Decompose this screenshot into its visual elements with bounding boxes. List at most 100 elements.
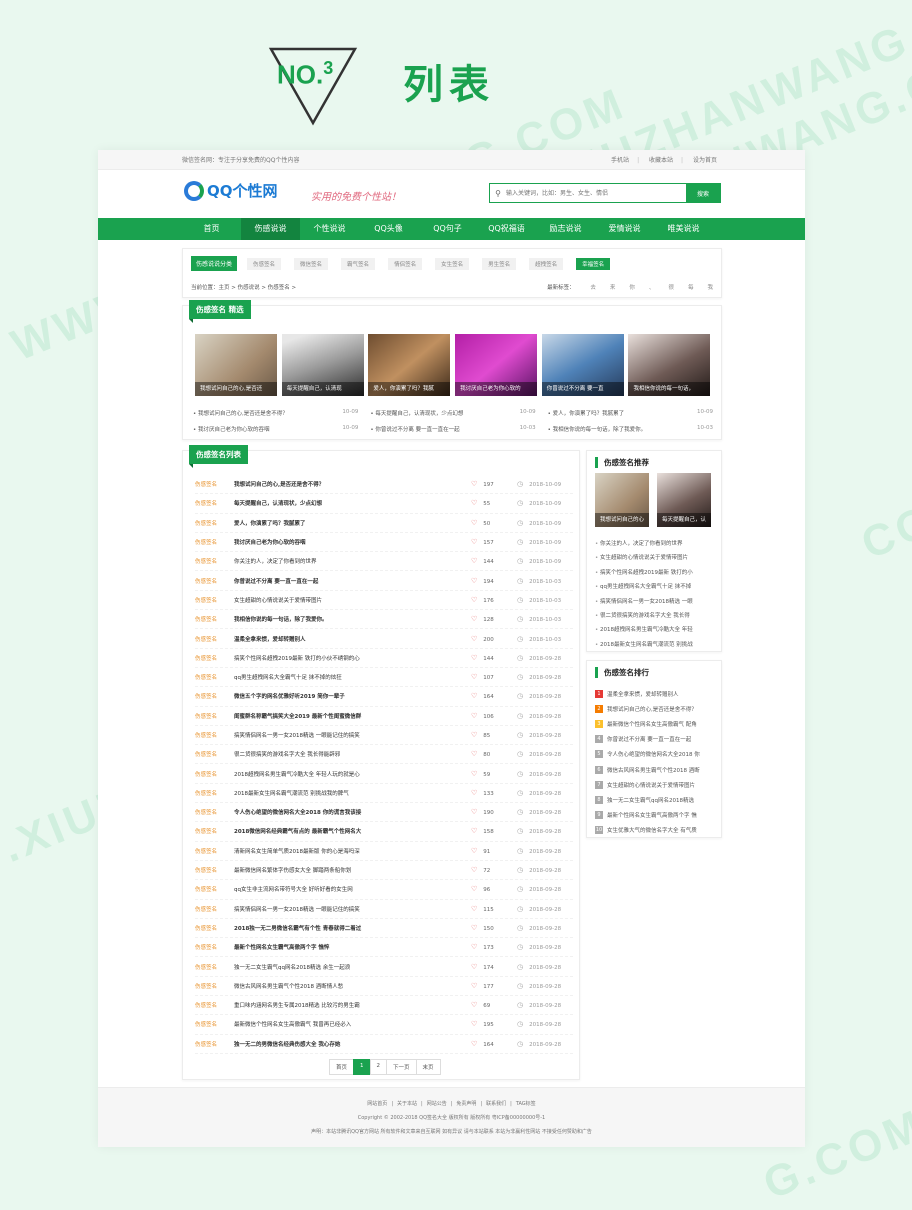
latest-tag[interactable]: 很 [668,285,674,291]
row-title[interactable]: 独一无二的男微信名经典伤感大全 我心存她 [234,1040,471,1048]
row-title[interactable]: 闺蜜群名称霸气搞笑大全2019 最新个性闺蜜微信群 [234,712,471,720]
row-category[interactable]: 伤感签名 [195,963,234,971]
row-category[interactable]: 伤感签名 [195,905,234,913]
row-category[interactable]: 伤感签名 [195,866,234,874]
category-tag[interactable]: 男生签名 [482,257,517,270]
nav-item[interactable]: 唯美说说 [654,218,713,240]
page-button[interactable]: 下一页 [386,1059,417,1075]
row-category[interactable]: 伤感签名 [195,827,234,835]
row-category[interactable]: 伤感签名 [195,1040,234,1048]
row-category[interactable]: 伤感签名 [195,519,234,527]
category-tag[interactable]: 霸气签名 [341,257,376,270]
featured-thumbnail[interactable]: 每天提醒自己，认清现 [281,334,364,396]
ranking-item[interactable]: 9 最新个性网名女生霸气高傲两个字 憔 [595,808,717,823]
recommend-item[interactable]: 搞笑个性网名超拽2019最新 铁打的小 [595,566,717,580]
featured-thumbnail[interactable]: 我想试问自己的心,是否还 [195,334,277,396]
recommend-thumbnail[interactable]: 我想试问自己的心 [595,473,649,527]
row-title[interactable]: 很二货很搞笑的游戏名字大全 我长得能辟邪 [234,750,471,758]
footer-link[interactable]: 关于本站 [397,1101,417,1107]
search-input[interactable] [506,184,686,202]
row-title[interactable]: 我想试问自己的心,是否还是舍不得？ [234,480,471,488]
row-title[interactable]: 最新微信个性网名女生高傲霸气 我曾再已经必入 [234,1020,471,1028]
row-category[interactable]: 伤感签名 [195,731,234,739]
row-title[interactable]: 微信古风网名男生霸气个性2018 酒断情人愁 [234,982,471,990]
nav-item[interactable]: 伤感说说 [241,218,300,240]
latest-tag[interactable]: 去 [590,285,596,291]
recommend-item[interactable]: qq男生超拽网名大全霸气十足 抹不掉 [595,580,717,594]
footer-link[interactable]: 免责声明 [456,1101,476,1107]
logo[interactable]: QQ个性网 [184,180,278,201]
row-title[interactable]: 搞笑个性网名超拽2019最新 铁打的小伙不绣钢的心 [234,654,471,662]
row-title[interactable]: 独一无二女生霸气qq网名2018精选 余生一起浪 [234,963,471,971]
latest-tag[interactable]: 你 [629,285,635,291]
row-category[interactable]: 伤感签名 [195,789,234,797]
row-category[interactable]: 伤感签名 [195,943,234,951]
row-category[interactable]: 伤感签名 [195,635,234,643]
ranking-item[interactable]: 4 你曾说过不分离 要一直一直在一起 [595,732,717,747]
mobile-link[interactable]: 手机站 [611,157,629,164]
latest-tag[interactable]: 来 [610,285,616,291]
ranking-item[interactable]: 6 微信古风网名男生霸气个性2018 酒断 [595,762,717,777]
row-title[interactable]: 重口味内涵网名男生专属2018精选 比较污的男生霸 [234,1001,471,1009]
row-title[interactable]: 2018独一无二男微信名霸气有个性 青春就得二着过 [234,924,471,932]
row-title[interactable]: 温柔全拿来惯，爱却转赠别人 [234,635,471,643]
ranking-item[interactable]: 1 温柔全拿来惯，爱却转赠别人 [595,686,717,701]
row-category[interactable]: 伤感签名 [195,924,234,932]
featured-item[interactable]: • 你曾说过不分离 要一直一直在一起 10-03 [370,425,535,433]
breadcrumb-text[interactable]: 当前位置：主页 > 伤感说说 > 伤感签名 > [191,283,296,291]
latest-tag[interactable]: 我 [707,285,713,291]
row-title[interactable]: 令人伤心绝望的微信网名大全2018 你的谎言我该接 [234,808,471,816]
row-category[interactable]: 伤感签名 [195,1001,234,1009]
row-category[interactable]: 伤感签名 [195,557,234,565]
page-button[interactable]: 1 [353,1059,371,1075]
row-category[interactable]: 伤感签名 [195,712,234,720]
row-title[interactable]: 最新个性网名女生霸气高傲两个字 憔悴 [234,943,471,951]
row-category[interactable]: 伤感签名 [195,750,234,758]
nav-item[interactable]: QQ头像 [359,218,418,240]
recommend-item[interactable]: 搞笑情侣网名一男一女2018精选 一眼 [595,595,717,609]
featured-thumbnail[interactable]: 我相信你说的每一句话， [628,334,711,396]
recommend-item[interactable]: 很二货很搞笑的游戏名字大全 我长得 [595,609,717,623]
bookmark-link[interactable]: 收藏本站 [649,157,673,164]
category-tag[interactable]: 超拽签名 [529,257,564,270]
row-category[interactable]: 伤感签名 [195,1020,234,1028]
row-title[interactable]: 2018微信网名经典霸气有点的 最新霸气个性网名大 [234,827,471,835]
ranking-item[interactable]: 7 女生超甜的心情说说关于爱情带图片 [595,777,717,792]
row-category[interactable]: 伤感签名 [195,596,234,604]
latest-tag[interactable]: 、 [649,285,655,291]
row-category[interactable]: 伤感签名 [195,499,234,507]
category-tag[interactable]: 伤感签名 [247,257,282,270]
row-title[interactable]: 搞笑情侣网名一男一女2018精选 一眼能记住的搞笑 [234,905,471,913]
featured-item[interactable]: • 爱人，你演累了吗？我腻累了 10-09 [548,409,713,417]
nav-item[interactable]: 励志说说 [536,218,595,240]
page-button[interactable]: 2 [369,1059,388,1075]
row-title[interactable]: 2018超拽网名男生霸气冷酷大全 年轻人玩的就是心 [234,770,471,778]
row-title[interactable]: 每天提醒自己，认清现状，少点幻想 [234,499,471,507]
row-title[interactable]: 搞笑情侣网名一男一女2018精选 一眼能记住的搞笑 [234,731,471,739]
featured-item[interactable]: • 我讨厌自己老为你心软的吞咽 10-09 [193,425,358,433]
nav-item[interactable]: 爱情说说 [595,218,654,240]
row-category[interactable]: 伤感签名 [195,615,234,623]
category-tag[interactable]: 幸福签名 [576,257,611,270]
row-category[interactable]: 伤感签名 [195,885,234,893]
row-category[interactable]: 伤感签名 [195,847,234,855]
row-title[interactable]: 爱人，你演累了吗？我腻累了 [234,519,471,527]
search-button[interactable]: 搜索 [686,184,720,202]
row-category[interactable]: 伤感签名 [195,577,234,585]
row-title[interactable]: 我相信你说的每一句话，除了我爱你。 [234,615,471,623]
row-category[interactable]: 伤感签名 [195,770,234,778]
row-category[interactable]: 伤感签名 [195,692,234,700]
recommend-item[interactable]: 2018超拽网名男生霸气冷酷大全 年轻 [595,623,717,637]
category-tag[interactable]: 情侣签名 [388,257,423,270]
featured-item[interactable]: • 每天提醒自己，认清现状，少点幻想 10-09 [370,409,535,417]
footer-link[interactable]: 网站首页 [367,1101,387,1107]
category-tag[interactable]: 微信签名 [294,257,329,270]
row-title[interactable]: 我讨厌自己老为你心软的吞咽 [234,538,471,546]
ranking-item[interactable]: 5 令人伤心绝望的微信网名大全2018 你 [595,747,717,762]
recommend-item[interactable]: 你关注的人，决定了你看到的世界 [595,537,717,551]
recommend-item[interactable]: 2018最新女生网名霸气潮流范 别挑战 [595,638,717,652]
row-title[interactable]: 你曾说过不分离 要一直一直在一起 [234,577,471,585]
row-title[interactable]: 2018最新女生网名霸气潮流范 别挑战我的脾气 [234,789,471,797]
footer-link[interactable]: 联系我们 [486,1101,506,1107]
row-category[interactable]: 伤感签名 [195,982,234,990]
